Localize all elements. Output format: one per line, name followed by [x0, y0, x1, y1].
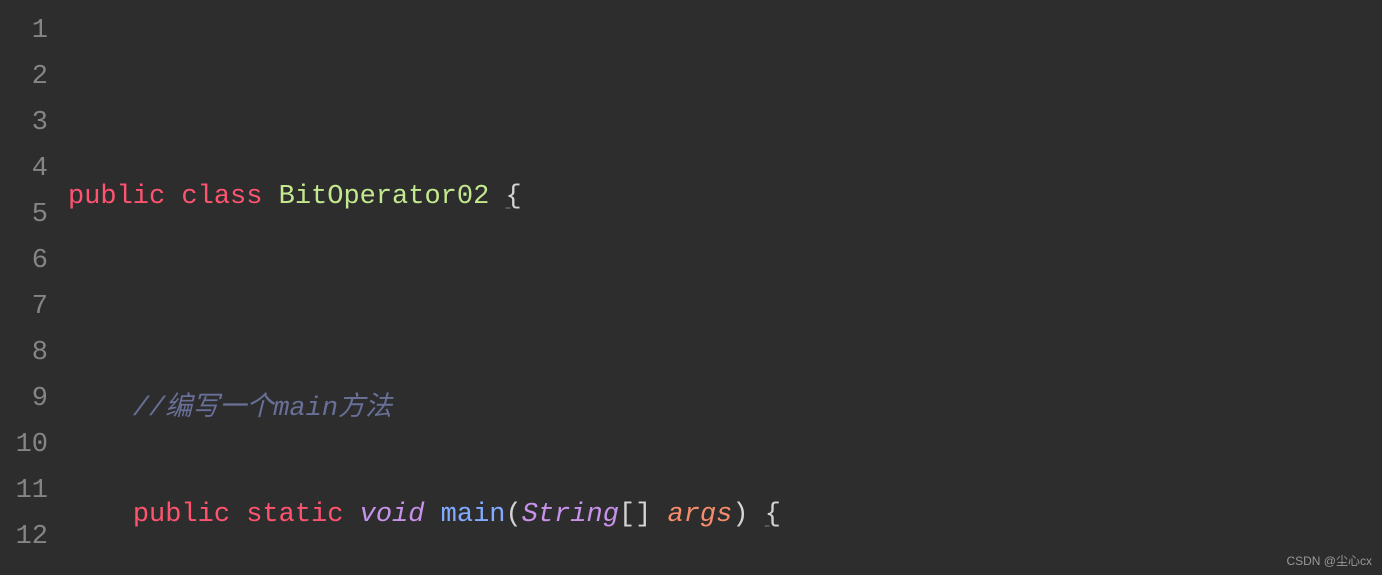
line-number: 2 [0, 54, 48, 100]
open-brace: { [505, 182, 521, 212]
line-number: 11 [0, 468, 48, 514]
keyword-class: class [181, 182, 262, 212]
code-line [68, 68, 1382, 114]
line-number: 9 [0, 376, 48, 422]
keyword-public: public [68, 182, 165, 212]
code-line: public class BitOperator02 { [68, 174, 1382, 220]
code-line: public static void main(String[] args) { [68, 492, 1382, 538]
line-number: 7 [0, 284, 48, 330]
open-brace: { [765, 500, 781, 530]
watermark-text: CSDN @尘心cx [1286, 552, 1372, 569]
brackets: [] [619, 500, 651, 530]
open-paren: ( [505, 500, 521, 530]
class-name: BitOperator02 [279, 182, 490, 212]
code-line: //编写一个main方法 [68, 386, 1382, 432]
line-number: 6 [0, 238, 48, 284]
line-number: 10 [0, 422, 48, 468]
line-number: 3 [0, 100, 48, 146]
method-main: main [441, 500, 506, 530]
keyword-public: public [133, 500, 230, 530]
line-number: 12 [0, 514, 48, 560]
keyword-void: void [360, 500, 425, 530]
close-paren: ) [732, 500, 748, 530]
code-editor: 1 2 3 4 5 6 7 8 9 10 11 12 public class … [0, 0, 1382, 575]
type-string: String [522, 500, 619, 530]
code-area[interactable]: public class BitOperator02 { //编写一个main方… [60, 0, 1382, 575]
line-number: 1 [0, 8, 48, 54]
line-number: 4 [0, 146, 48, 192]
keyword-static: static [246, 500, 343, 530]
param-args: args [668, 500, 733, 530]
line-number-gutter: 1 2 3 4 5 6 7 8 9 10 11 12 [0, 0, 60, 575]
line-number: 5 [0, 192, 48, 238]
comment: //编写一个main方法 [133, 394, 392, 424]
line-number: 8 [0, 330, 48, 376]
code-line [68, 280, 1382, 326]
